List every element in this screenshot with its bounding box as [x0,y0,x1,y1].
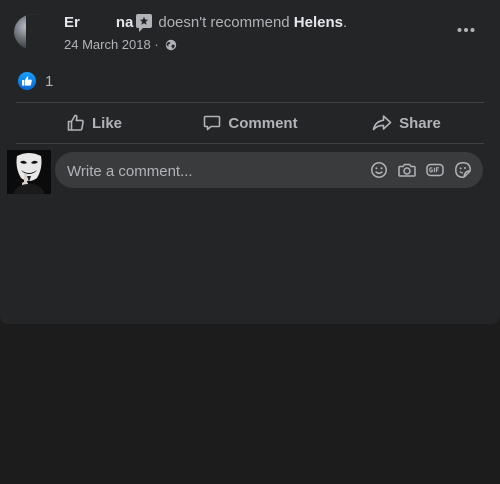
emoji-icon[interactable] [369,160,389,180]
page-name-link[interactable]: Helens [294,14,343,31]
reaction-count: 1 [45,73,54,90]
comment-composer: Write a comment... [0,150,500,196]
user-avatar[interactable] [7,150,51,194]
like-icon [67,114,84,131]
gif-icon[interactable] [425,160,445,180]
more-dots-icon[interactable] [456,22,476,38]
share-icon [372,115,392,131]
comment-button[interactable]: Comment [172,104,328,142]
post-title-line: Er na doesn't recommend Helens. [64,14,348,32]
divider [16,143,484,144]
share-button[interactable]: Share [328,104,484,142]
comment-tools [369,160,473,180]
comment-label: Comment [228,114,298,132]
camera-icon[interactable] [397,160,417,180]
comment-icon [204,115,221,131]
post-card: Er na doesn't recommend Helens. 24 March 2… [0,0,500,324]
page-name-suffix: . [343,14,348,31]
author-name[interactable]: Er [64,14,80,31]
recommendation-badge-icon [136,14,153,32]
globe-icon[interactable] [165,39,177,54]
author-avatar[interactable] [14,14,54,50]
comment-input[interactable]: Write a comment... [55,152,483,188]
post-meta: 24 March 2018 · [64,37,177,54]
post-actions: Like Comment Share [16,104,484,142]
share-label: Share [399,114,441,132]
post-header: Er na doesn't recommend Helens. 24 March 2… [0,10,500,56]
divider [16,102,484,103]
avatar-crop [26,14,54,50]
post-date[interactable]: 24 March 2018 [64,37,151,52]
author-name-end[interactable]: na [116,14,134,31]
like-label: Like [91,114,122,132]
redacted-name-part [80,15,116,29]
meta-separator: · [154,37,159,52]
like-button[interactable]: Like [16,104,172,142]
like-reaction-icon [18,72,36,90]
sticker-icon[interactable] [453,160,473,180]
recommend-text: doesn't recommend [158,14,290,31]
comment-placeholder: Write a comment... [67,163,193,180]
